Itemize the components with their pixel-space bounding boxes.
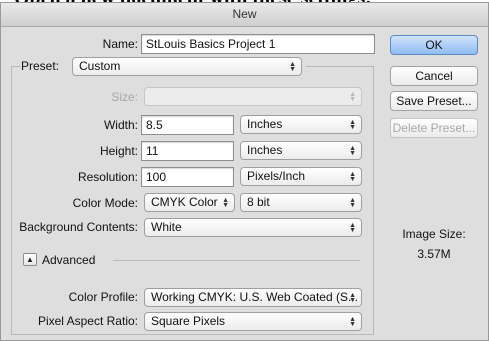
color-mode-select[interactable]: CMYK Color ▲ ▼ xyxy=(144,193,235,212)
pixel-aspect-ratio-value: Square Pixels xyxy=(151,314,226,328)
updown-arrows-icon: ▲ ▼ xyxy=(349,144,356,157)
advanced-label: Advanced xyxy=(42,253,96,267)
height-label: Height: xyxy=(99,144,138,158)
bit-depth-value: 8 bit xyxy=(247,195,270,209)
updown-arrows-icon: ▲ ▼ xyxy=(289,60,296,73)
height-unit-select[interactable]: Inches ▲ ▼ xyxy=(240,141,362,160)
size-select: ▲ ▼ xyxy=(144,87,362,106)
color-profile-label: Color Profile: xyxy=(68,290,138,304)
resolution-unit-value: Pixels/Inch xyxy=(247,169,306,183)
updown-arrows-icon: ▲ ▼ xyxy=(349,90,356,103)
new-document-dialog: New Name: StLouis Basics Project 1 Prese… xyxy=(0,2,489,341)
resolution-unit-select[interactable]: Pixels/Inch ▲ ▼ xyxy=(240,167,362,186)
width-label: Width: xyxy=(103,118,138,132)
bit-depth-select[interactable]: 8 bit ▲ ▼ xyxy=(240,193,362,212)
preset-group-border xyxy=(11,334,374,335)
pixel-aspect-ratio-label: Pixel Aspect Ratio: xyxy=(37,314,138,328)
updown-arrows-icon: ▲ ▼ xyxy=(349,118,356,131)
updown-arrows-icon: ▲ ▼ xyxy=(349,291,356,304)
preset-select[interactable]: Custom ▲ ▼ xyxy=(72,57,302,76)
color-mode-value: CMYK Color xyxy=(151,195,218,209)
advanced-toggle-button[interactable]: ▲ xyxy=(23,253,37,266)
color-profile-select[interactable]: Working CMYK: U.S. Web Coated (S... ▲ ▼ xyxy=(144,288,362,307)
preset-group-border xyxy=(373,66,374,334)
triangle-up-icon: ▲ xyxy=(26,255,34,264)
advanced-divider xyxy=(113,260,360,261)
updown-arrows-icon: ▲ ▼ xyxy=(349,196,356,209)
background-contents-select[interactable]: White ▲ ▼ xyxy=(144,218,362,237)
width-unit-value: Inches xyxy=(247,117,283,131)
preset-group-border xyxy=(11,66,12,334)
width-input[interactable]: 8.5 xyxy=(141,115,234,135)
width-unit-select[interactable]: Inches ▲ ▼ xyxy=(240,115,362,134)
resolution-input[interactable]: 100 xyxy=(141,167,234,187)
color-profile-value: Working CMYK: U.S. Web Coated (S... xyxy=(151,290,358,304)
preset-label: Preset: xyxy=(21,59,60,73)
color-mode-label: Color Mode: xyxy=(72,196,138,210)
updown-arrows-icon: ▲ ▼ xyxy=(349,315,356,328)
ok-button[interactable]: OK xyxy=(390,35,478,55)
image-size-label: Image Size: xyxy=(402,227,466,241)
dialog-title: New xyxy=(1,3,488,27)
preset-group-border xyxy=(306,66,373,67)
save-preset-button[interactable]: Save Preset... xyxy=(390,91,478,111)
height-unit-value: Inches xyxy=(247,143,283,157)
preset-value: Custom xyxy=(79,59,121,73)
image-size-value: 3.57M xyxy=(417,247,451,261)
updown-arrows-icon: ▲ ▼ xyxy=(349,221,356,234)
size-label: Size: xyxy=(111,90,138,104)
name-label: Name: xyxy=(102,37,138,51)
background-contents-value: White xyxy=(151,220,182,234)
background-contents-label: Background Contents: xyxy=(19,220,138,234)
height-input[interactable]: 11 xyxy=(141,141,234,161)
updown-arrows-icon: ▲ ▼ xyxy=(349,170,356,183)
preset-group-border xyxy=(11,66,21,67)
cancel-button[interactable]: Cancel xyxy=(390,66,478,86)
updown-arrows-icon: ▲ ▼ xyxy=(222,196,229,209)
delete-preset-button: Delete Preset... xyxy=(390,118,478,138)
resolution-label: Resolution: xyxy=(77,170,138,184)
pixel-aspect-ratio-select[interactable]: Square Pixels ▲ ▼ xyxy=(144,312,362,331)
name-input[interactable]: StLouis Basics Project 1 xyxy=(141,34,375,54)
